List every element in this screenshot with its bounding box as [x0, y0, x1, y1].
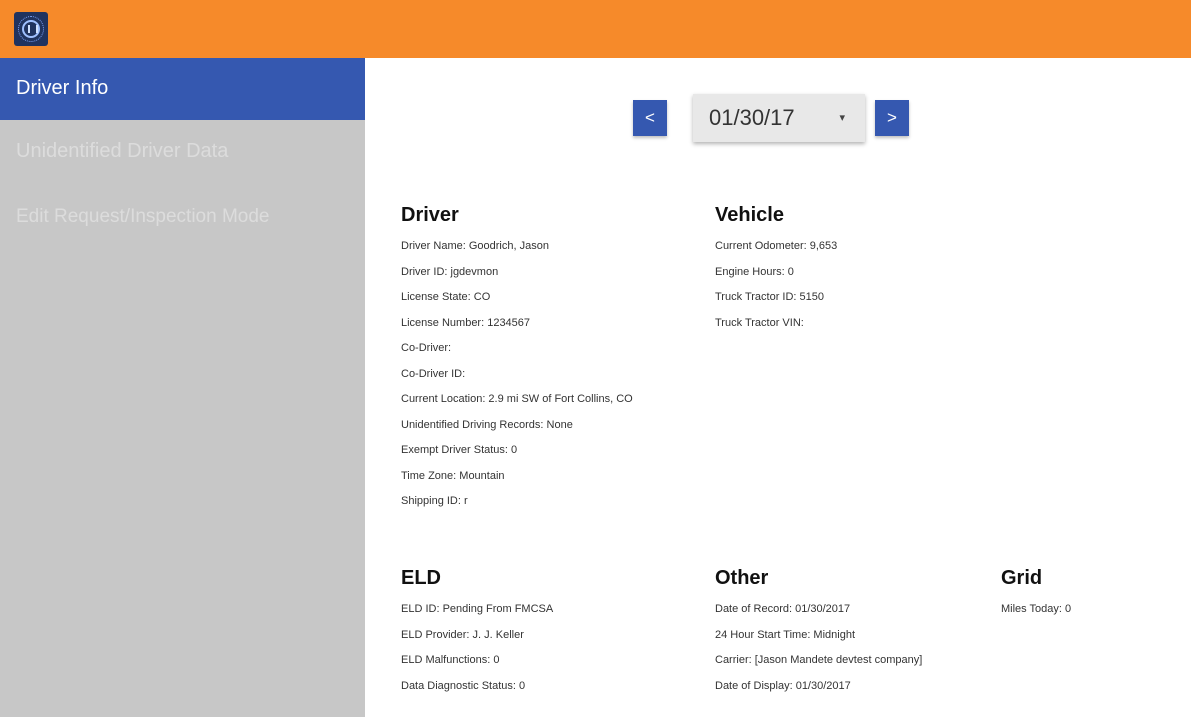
eld-provider-field: ELD Provider: J. J. Keller [401, 628, 524, 641]
unidentified-records-field: Unidentified Driving Records: None [401, 418, 573, 431]
date-of-display-field: Date of Display: 01/30/2017 [715, 679, 851, 692]
exempt-status-field: Exempt Driver Status: 0 [401, 444, 518, 456]
grid-section: Grid Miles Today: 0 [1001, 563, 1071, 623]
driver-id-field: Driver ID: jgdevmon [401, 265, 499, 278]
chevron-down-icon: ▾ [839, 112, 845, 124]
current-location-field: Current Location: 2.9 mi SW of Fort Coll… [401, 393, 633, 405]
driver-section: Driver Driver Name: Goodrich, Jason Driv… [401, 200, 633, 515]
app-title [56, 22, 266, 36]
previous-day-button[interactable]: < [633, 100, 667, 136]
vehicle-heading: Vehicle [715, 204, 784, 226]
shipping-id-field: Shipping ID: r [401, 495, 468, 507]
engine-hours-field: Engine Hours: 0 [715, 265, 794, 278]
miles-today-field: Miles Today: 0 [1001, 603, 1072, 615]
tractor-vin-field: Truck Tractor VIN: [715, 316, 804, 329]
carrier-field: Carrier: [Jason Mandete devtest company] [715, 654, 923, 666]
next-day-button[interactable]: > [875, 100, 909, 136]
logo-mark [22, 20, 40, 38]
other-section: Other Date of Record: 01/30/2017 24 Hour… [715, 563, 922, 699]
other-heading: Other [715, 567, 769, 589]
sidebar: Driver Info Unidentified Driver Data Edi… [0, 58, 365, 717]
main-content: < 01/30/17 ▾ > Driver Driver Name: Goodr… [365, 58, 1191, 717]
eld-id-field: ELD ID: Pending From FMCSA [401, 603, 554, 615]
data-diagnostic-field: Data Diagnostic Status: 0 [401, 679, 526, 692]
driver-name-field: Driver Name: Goodrich, Jason [401, 240, 549, 252]
eld-malfunctions-field: ELD Malfunctions: 0 [401, 654, 500, 666]
grid-heading: Grid [1001, 567, 1043, 589]
truck-logo-icon [14, 12, 48, 46]
odometer-field: Current Odometer: 9,653 [715, 240, 838, 252]
start-time-field: 24 Hour Start Time: Midnight [715, 628, 856, 641]
license-state-field: License State: CO [401, 291, 491, 303]
driver-heading: Driver [401, 204, 459, 226]
date-of-record-field: Date of Record: 01/30/2017 [715, 603, 851, 615]
time-zone-field: Time Zone: Mountain [401, 469, 505, 482]
selected-date: 01/30/17 [709, 105, 795, 130]
co-driver-field: Co-Driver: [401, 342, 452, 354]
sidebar-item-driver-info[interactable]: Driver Info [0, 58, 365, 120]
vehicle-section: Vehicle Current Odometer: 9,653 Engine H… [715, 200, 837, 336]
sidebar-item-unidentified-driver-data[interactable]: Unidentified Driver Data [0, 120, 365, 184]
co-driver-id-field: Co-Driver ID: [401, 367, 466, 380]
license-number-field: License Number: 1234567 [401, 316, 531, 329]
eld-heading: ELD [401, 567, 441, 589]
top-app-bar [0, 0, 1191, 58]
date-select[interactable]: 01/30/17 ▾ [693, 94, 865, 142]
sidebar-item-edit-request-inspection-mode[interactable]: Edit Request/Inspection Mode [0, 184, 365, 230]
eld-section: ELD ELD ID: Pending From FMCSA ELD Provi… [401, 563, 553, 699]
tractor-id-field: Truck Tractor ID: 5150 [715, 291, 825, 303]
